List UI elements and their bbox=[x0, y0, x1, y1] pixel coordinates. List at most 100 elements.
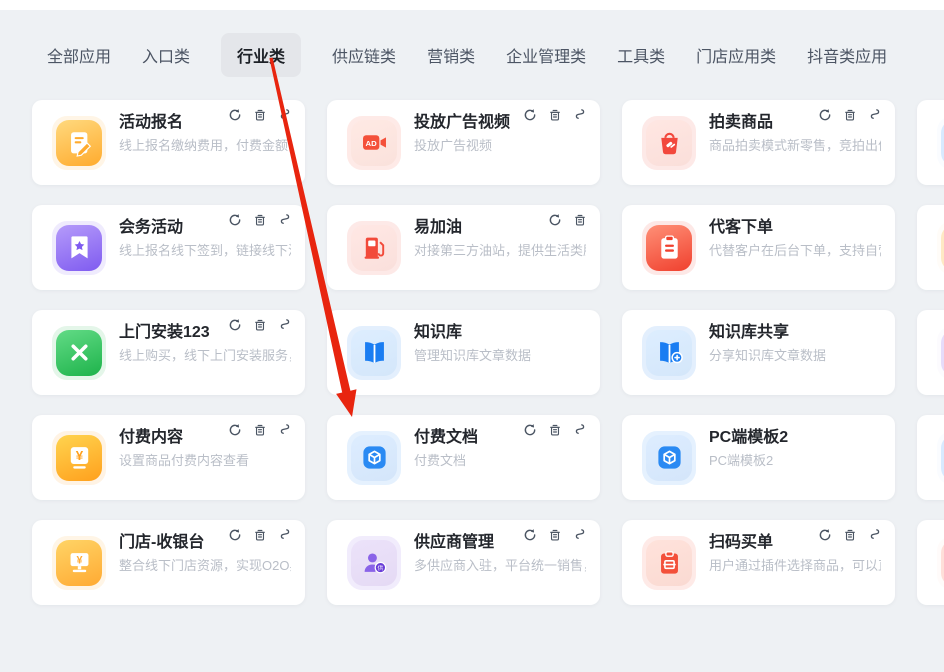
refresh-icon[interactable] bbox=[817, 107, 833, 123]
refresh-icon[interactable] bbox=[227, 107, 243, 123]
tab-行业类[interactable]: 行业类 bbox=[221, 33, 301, 77]
trash-icon[interactable] bbox=[842, 107, 858, 123]
trash-icon[interactable] bbox=[252, 107, 268, 123]
app-card-partial[interactable] bbox=[917, 310, 944, 395]
app-icon-halo bbox=[642, 431, 696, 485]
refresh-icon[interactable] bbox=[227, 317, 243, 333]
cash-register-icon: ¥ bbox=[56, 540, 102, 586]
auction-bag-icon bbox=[646, 120, 692, 166]
trash-icon[interactable] bbox=[842, 527, 858, 543]
refresh-icon[interactable] bbox=[227, 422, 243, 438]
link-icon[interactable] bbox=[277, 527, 293, 543]
app-card-门店-收银台[interactable]: ¥门店-收银台整合线下门店资源，实现O2O异业... bbox=[32, 520, 305, 605]
link-icon[interactable] bbox=[572, 527, 588, 543]
bookmark-star-icon bbox=[56, 225, 102, 271]
tab-工具类[interactable]: 工具类 bbox=[617, 33, 665, 77]
tab-营销类[interactable]: 营销类 bbox=[427, 33, 475, 77]
trash-icon[interactable] bbox=[252, 212, 268, 228]
trash-icon[interactable] bbox=[547, 107, 563, 123]
link-icon[interactable] bbox=[277, 107, 293, 123]
svg-text:¥: ¥ bbox=[76, 554, 82, 566]
app-card-partial[interactable] bbox=[917, 100, 944, 185]
link-icon[interactable] bbox=[572, 422, 588, 438]
clipboard-icon bbox=[646, 225, 692, 271]
tab-门店应用类[interactable]: 门店应用类 bbox=[696, 33, 776, 77]
tab-全部应用[interactable]: 全部应用 bbox=[47, 33, 111, 77]
card-text-block: 代客下单代替客户在后台下单，支持自营，... bbox=[709, 205, 881, 260]
app-icon-halo bbox=[52, 326, 106, 380]
cube-icon bbox=[351, 435, 397, 481]
card-action-bar bbox=[227, 317, 293, 333]
tab-企业管理类[interactable]: 企业管理类 bbox=[506, 33, 586, 77]
refresh-icon[interactable] bbox=[227, 527, 243, 543]
link-icon[interactable] bbox=[572, 107, 588, 123]
app-icon-halo bbox=[937, 431, 944, 485]
app-card-description: 付费文档 bbox=[414, 452, 478, 470]
app-card-grid: 活动报名线上报名缴纳费用，付费金额营销...AD投放广告视频投放广告视频拍卖商品… bbox=[32, 100, 944, 605]
card-action-bar bbox=[227, 527, 293, 543]
open-book-plus-icon bbox=[646, 330, 692, 376]
card-action-bar bbox=[547, 212, 588, 228]
svg-text:¥: ¥ bbox=[75, 448, 83, 463]
refresh-icon[interactable] bbox=[817, 527, 833, 543]
trash-icon[interactable] bbox=[252, 317, 268, 333]
card-text-block: 知识库管理知识库文章数据 bbox=[414, 310, 531, 365]
link-icon[interactable] bbox=[277, 317, 293, 333]
app-card-供应商管理[interactable]: 供供应商管理多供应商入驻，平台统一销售，商... bbox=[327, 520, 600, 605]
app-card-知识库[interactable]: 知识库管理知识库文章数据 bbox=[327, 310, 600, 395]
top-white-strip bbox=[0, 0, 944, 10]
trash-icon[interactable] bbox=[547, 527, 563, 543]
app-card-description: 投放广告视频 bbox=[414, 137, 510, 155]
app-card-description: 分享知识库文章数据 bbox=[709, 347, 826, 365]
app-card-description: 线上报名缴纳费用，付费金额营销... bbox=[119, 137, 291, 155]
trash-icon[interactable] bbox=[252, 422, 268, 438]
tab-抖音类应用[interactable]: 抖音类应用 bbox=[807, 33, 887, 77]
app-card-知识库共享[interactable]: 知识库共享分享知识库文章数据 bbox=[622, 310, 895, 395]
app-card-付费文档[interactable]: 付费文档付费文档 bbox=[327, 415, 600, 500]
card-action-bar bbox=[227, 107, 293, 123]
app-icon-halo bbox=[642, 536, 696, 590]
app-card-description: 代替客户在后台下单，支持自营，... bbox=[709, 242, 881, 260]
app-icon-halo bbox=[642, 326, 696, 380]
app-card-partial[interactable] bbox=[917, 205, 944, 290]
refresh-icon[interactable] bbox=[547, 212, 563, 228]
tab-入口类[interactable]: 入口类 bbox=[142, 33, 190, 77]
app-card-拍卖商品[interactable]: 拍卖商品商品拍卖模式新零售，竞拍出价得... bbox=[622, 100, 895, 185]
refresh-icon[interactable] bbox=[227, 212, 243, 228]
app-card-投放广告视频[interactable]: AD投放广告视频投放广告视频 bbox=[327, 100, 600, 185]
app-card-title: 投放广告视频 bbox=[414, 112, 510, 134]
trash-icon[interactable] bbox=[252, 527, 268, 543]
app-card-易加油[interactable]: 易加油对接第三方油站，提供生活类服务。 bbox=[327, 205, 600, 290]
trash-icon[interactable] bbox=[547, 422, 563, 438]
app-card-上门安装123[interactable]: 上门安装123线上购买，线下上门安装服务，核... bbox=[32, 310, 305, 395]
app-icon-halo bbox=[937, 221, 944, 275]
app-icon-halo bbox=[52, 221, 106, 275]
refresh-icon[interactable] bbox=[522, 527, 538, 543]
app-card-partial[interactable] bbox=[917, 415, 944, 500]
app-card-代客下单[interactable]: 代客下单代替客户在后台下单，支持自营，... bbox=[622, 205, 895, 290]
tools-cross-icon bbox=[56, 330, 102, 376]
app-card-description: 线上购买，线下上门安装服务，核... bbox=[119, 347, 291, 365]
app-card-partial[interactable] bbox=[917, 520, 944, 605]
edit-pen-icon bbox=[56, 120, 102, 166]
app-icon-halo bbox=[347, 326, 401, 380]
app-card-title: 代客下单 bbox=[709, 217, 881, 239]
link-icon[interactable] bbox=[867, 107, 883, 123]
svg-text:供: 供 bbox=[377, 564, 383, 572]
link-icon[interactable] bbox=[867, 527, 883, 543]
refresh-icon[interactable] bbox=[522, 107, 538, 123]
app-icon-halo: 供 bbox=[347, 536, 401, 590]
app-card-活动报名[interactable]: 活动报名线上报名缴纳费用，付费金额营销... bbox=[32, 100, 305, 185]
trash-icon[interactable] bbox=[572, 212, 588, 228]
app-card-扫码买单[interactable]: 扫码买单用户通过插件选择商品，可以直接... bbox=[622, 520, 895, 605]
refresh-icon[interactable] bbox=[522, 422, 538, 438]
app-card-PC端模板2[interactable]: PC端模板2PC端模板2 bbox=[622, 415, 895, 500]
card-action-bar bbox=[817, 107, 883, 123]
tab-供应链类[interactable]: 供应链类 bbox=[332, 33, 396, 77]
app-card-付费内容[interactable]: ¥付费内容设置商品付费内容查看 bbox=[32, 415, 305, 500]
link-icon[interactable] bbox=[277, 212, 293, 228]
app-card-会务活动[interactable]: 会务活动线上报名线下签到，链接线下活动。 bbox=[32, 205, 305, 290]
app-card-description: 商品拍卖模式新零售，竞拍出价得... bbox=[709, 137, 881, 155]
link-icon[interactable] bbox=[277, 422, 293, 438]
app-icon-halo bbox=[52, 116, 106, 170]
